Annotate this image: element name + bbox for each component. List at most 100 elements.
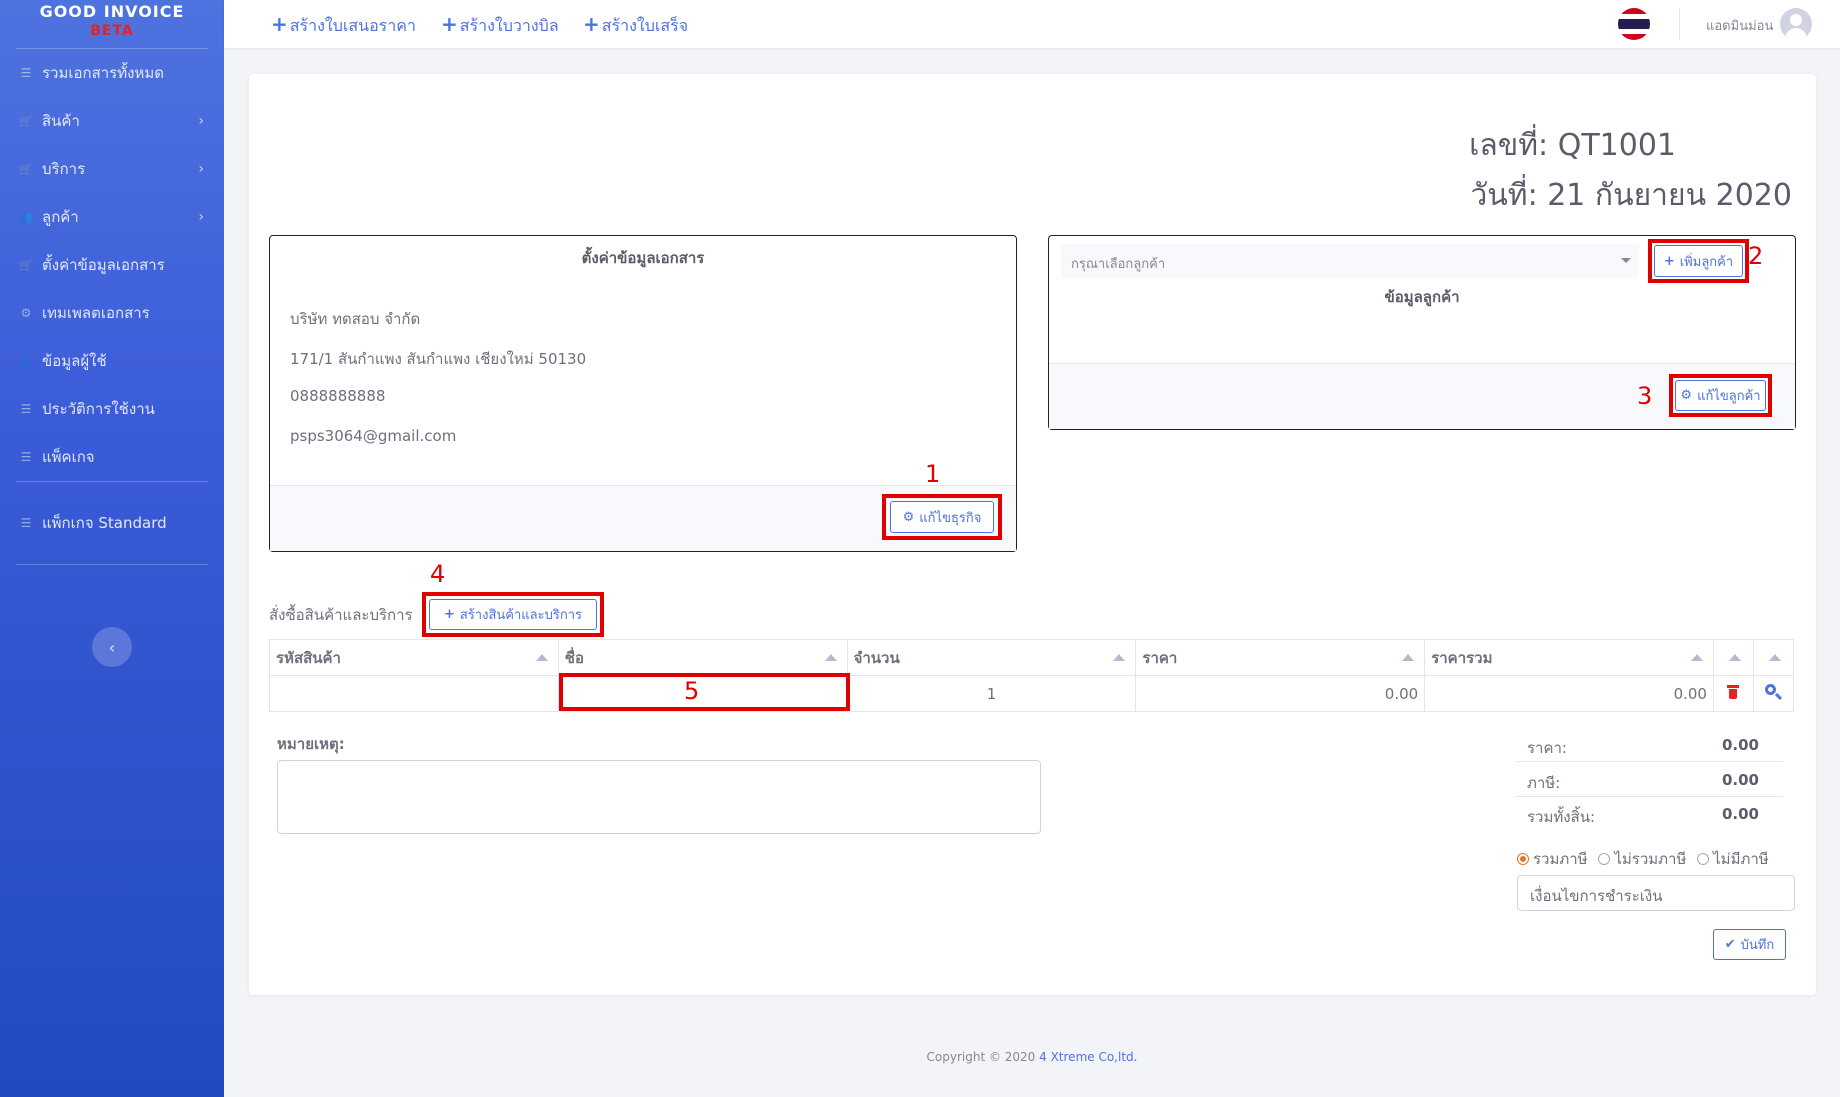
chevron-right-icon: › bbox=[198, 113, 204, 129]
cell-qty[interactable]: 1 bbox=[846, 675, 1137, 712]
radio-exclude-vat[interactable]: ไม่รวมภาษี bbox=[1598, 847, 1686, 871]
company-link[interactable]: 4 Xtreme Co,ltd. bbox=[1039, 1050, 1137, 1064]
sidebar-divider bbox=[16, 564, 208, 565]
link-label: สร้างใบวางบิล bbox=[459, 16, 559, 35]
business-email: psps3064@gmail.com bbox=[290, 427, 457, 445]
create-billing-link[interactable]: + สร้างใบวางบิล bbox=[441, 12, 559, 39]
sidebar-item-all-documents[interactable]: ☰ รวมเอกสารทั้งหมด bbox=[0, 49, 224, 97]
cell-code[interactable] bbox=[269, 675, 559, 712]
users-icon: 👥 bbox=[18, 210, 34, 224]
annotation-frame-4 bbox=[422, 592, 604, 637]
sort-icon bbox=[1690, 654, 1703, 661]
topbar: + สร้างใบเสนอราคา + สร้างใบวางบิล + สร้างใบ… bbox=[224, 0, 1840, 48]
plus-icon: + bbox=[583, 12, 600, 36]
gear-icon: ⚙ bbox=[20, 306, 32, 320]
brand-name: GOOD INVOICE bbox=[39, 2, 185, 21]
topbar-divider bbox=[1679, 8, 1680, 40]
order-table: รหัสสินค้า ชื่อ จำนวน ราคา ราคารวม 1 0.0… bbox=[269, 639, 1795, 712]
footer: Copyright © 2020 4 Xtreme Co,ltd. bbox=[224, 1050, 1840, 1064]
sidebar-item-label: ข้อมูลผู้ใช้ bbox=[42, 352, 107, 370]
annotation-number-5: 5 bbox=[684, 677, 700, 705]
create-quotation-link[interactable]: + สร้างใบเสนอราคา bbox=[271, 12, 416, 39]
sort-icon bbox=[1113, 654, 1126, 661]
table-header-row: รหัสสินค้า ชื่อ จำนวน ราคา ราคารวม bbox=[269, 639, 1795, 676]
link-label: สร้างใบเสร็จ bbox=[601, 16, 689, 35]
sidebar-item-label: แพ็คเกจ bbox=[42, 448, 95, 466]
sidebar-item-packages[interactable]: ☰ แพ็คเกจ bbox=[0, 433, 224, 481]
avatar[interactable] bbox=[1780, 8, 1812, 40]
search-icon bbox=[1765, 683, 1783, 700]
brand[interactable]: GOOD INVOICE BETA bbox=[0, 0, 224, 48]
column-header-code[interactable]: รหัสสินค้า bbox=[269, 639, 559, 676]
annotation-number-2: 2 bbox=[1748, 242, 1764, 270]
column-header-delete[interactable] bbox=[1712, 639, 1754, 676]
summary-value: 0.00 bbox=[1721, 805, 1759, 823]
summary-label: รวมทั้งสิ้น: bbox=[1527, 808, 1596, 826]
sidebar-toggle-button[interactable]: ‹ bbox=[92, 627, 132, 667]
summary-value: 0.00 bbox=[1721, 736, 1759, 754]
sidebar-item-label: รวมเอกสารทั้งหมด bbox=[42, 64, 164, 82]
sidebar-item-user-info[interactable]: 👤 ข้อมูลผู้ใช้ bbox=[0, 337, 224, 385]
customer-box-footer: ⚙ แก้ไขลูกค้า bbox=[1049, 363, 1795, 429]
sidebar-item-products[interactable]: 🛒 สินค้า › bbox=[0, 97, 224, 145]
sidebar-item-label: บริการ bbox=[42, 160, 86, 178]
sidebar-item-label: สินค้า bbox=[42, 112, 80, 130]
sort-icon bbox=[824, 654, 837, 661]
sidebar-item-standard-package[interactable]: ☰ แพ็กเกจ Standard bbox=[0, 499, 224, 547]
cell-price[interactable]: 0.00 bbox=[1135, 675, 1426, 712]
business-box-footer: ⚙ แก้ไขธุรกิจ bbox=[270, 485, 1016, 551]
column-header-total[interactable]: ราคารวม bbox=[1424, 639, 1714, 676]
document-number: เลขที่: QT1001 bbox=[1469, 128, 1676, 163]
column-header-search[interactable] bbox=[1752, 639, 1795, 676]
sidebar-item-services[interactable]: 🛒 บริการ › bbox=[0, 145, 224, 193]
annotation-frame-5 bbox=[559, 673, 850, 711]
summary-total-row: รวมทั้งสิ้น: 0.00 bbox=[1517, 797, 1783, 831]
user-name[interactable]: แอดมินม่อน bbox=[1706, 15, 1773, 36]
tax-options: รวมภาษี ไม่รวมภาษี ไม่มีภาษี bbox=[1517, 847, 1775, 871]
sidebar-item-templates[interactable]: ⚙ เทมเพลตเอกสาร bbox=[0, 289, 224, 337]
column-header-qty[interactable]: จำนวน bbox=[846, 639, 1137, 676]
sort-icon bbox=[1769, 654, 1781, 661]
thai-flag-icon[interactable] bbox=[1618, 8, 1650, 40]
radio-no-vat[interactable]: ไม่มีภาษี bbox=[1697, 847, 1769, 871]
sidebar-item-history[interactable]: ☰ ประวัติการใช้งาน bbox=[0, 385, 224, 433]
search-product-button[interactable] bbox=[1752, 675, 1795, 712]
customer-select[interactable]: กรุณาเลือกลูกค้า bbox=[1061, 244, 1639, 278]
list-icon: ☰ bbox=[20, 450, 32, 464]
brand-badge: BETA bbox=[90, 23, 134, 39]
customer-box-title: ข้อมูลลูกค้า bbox=[1384, 288, 1460, 306]
chevron-right-icon: › bbox=[198, 161, 204, 177]
annotation-frame-3 bbox=[1669, 374, 1772, 417]
business-name: บริษัท ทดสอบ จำกัด bbox=[290, 310, 421, 328]
user-icon: 👤 bbox=[18, 354, 34, 368]
trash-icon bbox=[1727, 684, 1740, 699]
column-header-name[interactable]: ชื่อ bbox=[557, 639, 848, 676]
chevron-right-icon: › bbox=[198, 209, 204, 225]
business-address: 171/1 สันกำแพง สันกำแพง เชียงใหม่ 50130 bbox=[290, 350, 587, 368]
order-section-label: สั่งซื้อสินค้าและบริการ bbox=[269, 606, 413, 624]
sidebar-item-customers[interactable]: 👥 ลูกค้า › bbox=[0, 193, 224, 241]
list-icon: ☰ bbox=[20, 402, 32, 416]
sidebar-item-label: เทมเพลตเอกสาร bbox=[42, 304, 150, 322]
radio-include-vat[interactable]: รวมภาษี bbox=[1517, 847, 1588, 871]
plus-icon: + bbox=[441, 12, 458, 36]
column-header-price[interactable]: ราคา bbox=[1135, 639, 1426, 676]
annotation-number-3: 3 bbox=[1637, 382, 1653, 410]
note-label: หมายเหตุ: bbox=[277, 735, 345, 753]
annotation-frame-1 bbox=[882, 494, 1002, 540]
summary-tax-row: ภาษี: 0.00 bbox=[1517, 763, 1783, 797]
check-icon: ✔ bbox=[1724, 937, 1736, 952]
create-receipt-link[interactable]: + สร้างใบเสร็จ bbox=[583, 12, 688, 39]
delete-row-button[interactable] bbox=[1712, 675, 1754, 712]
radio-icon bbox=[1598, 853, 1611, 865]
sidebar-item-document-settings[interactable]: 🛒 ตั้งค่าข้อมูลเอกสาร bbox=[0, 241, 224, 289]
sort-icon bbox=[1728, 654, 1741, 661]
caret-down-icon bbox=[1621, 258, 1631, 263]
summary-price-row: ราคา: 0.00 bbox=[1517, 728, 1783, 762]
summary-label: ราคา: bbox=[1527, 739, 1567, 757]
payment-terms-input[interactable]: เงื่อนไขการชำระเงิน bbox=[1517, 875, 1795, 911]
save-button[interactable]: ✔ บันทึก bbox=[1713, 929, 1786, 960]
note-textarea[interactable] bbox=[277, 760, 1041, 834]
cart-icon: 🛒 bbox=[18, 258, 34, 272]
sidebar-divider bbox=[16, 481, 208, 482]
